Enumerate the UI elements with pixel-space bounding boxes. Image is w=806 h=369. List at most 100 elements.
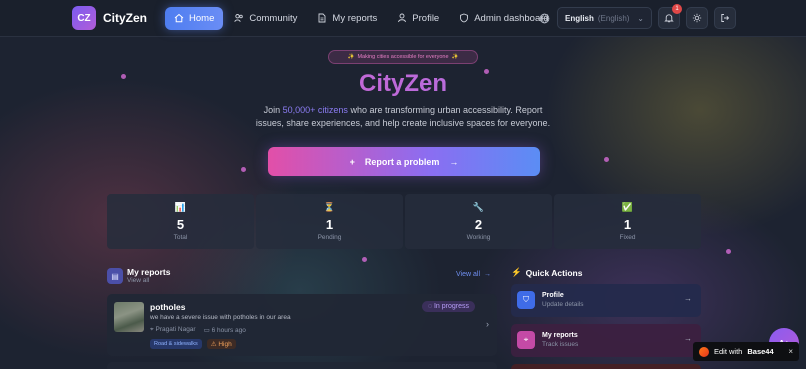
report-time-text: 6 hours ago — [211, 327, 246, 334]
spinner-icon: ◌ — [427, 303, 433, 310]
checkmark-icon: ✅ — [621, 202, 634, 212]
theme-toggle-button[interactable] — [686, 7, 708, 29]
quick-action-subtitle: Update details — [542, 301, 584, 308]
bell-icon — [664, 14, 674, 23]
quick-actions-title: Quick Actions — [525, 267, 583, 278]
chevron-down-icon: ⌄ — [637, 13, 644, 23]
notification-badge: 1 — [672, 4, 682, 14]
stat-pending-value: 1 — [325, 217, 334, 232]
report-thumbnail — [114, 302, 144, 332]
wrench-icon: 🔧 — [472, 202, 485, 212]
shield-icon: ⛉ — [517, 291, 535, 309]
arrow-right-icon: → — [449, 156, 459, 167]
app-logo[interactable]: CZ — [72, 6, 96, 30]
plus-icon: + — [349, 156, 355, 167]
hero-pill: ✨ Making cities accessible for everyone … — [328, 50, 478, 64]
stat-fixed-value: 1 — [623, 217, 632, 232]
main-nav: Home Community My reports Profile Admin … — [165, 6, 558, 30]
nav-profile[interactable]: Profile — [388, 7, 448, 30]
report-card[interactable]: potholes we have a severe issue with pot… — [107, 294, 497, 356]
arrow-right-icon: → — [484, 271, 491, 278]
logout-button[interactable] — [714, 7, 736, 29]
status-badge: ◌ In progress — [421, 301, 475, 312]
logout-icon — [721, 14, 730, 22]
report-tags: Road & sidewalks ⚠ High — [150, 339, 236, 349]
chevron-right-icon: › — [486, 319, 489, 329]
report-problem-label: Report a problem — [364, 156, 440, 167]
edit-with-badge[interactable]: Edit with Base44 × — [693, 342, 799, 361]
bolt-icon: ⚡ — [511, 267, 522, 277]
stat-working-value: 2 — [474, 217, 483, 232]
my-reports-subtitle: View all — [127, 277, 150, 284]
category-tag: Road & sidewalks — [150, 339, 202, 349]
globe-icon — [537, 11, 551, 25]
brand-name[interactable]: CityZen — [103, 11, 147, 25]
stat-working: 🔧 2 Working — [405, 194, 552, 249]
notifications-button[interactable]: 1 — [658, 4, 682, 29]
stat-fixed-label: Fixed — [619, 234, 636, 241]
hourglass-icon: ⏳ — [323, 202, 336, 212]
quick-action-profile[interactable]: ⛉ Profile Update details → — [511, 284, 701, 317]
stat-pending-label: Pending — [317, 234, 342, 241]
sparkles-icon: ✨ — [347, 54, 355, 60]
report-meta: ⌖ Pragati Nagar ▭ 6 hours ago — [150, 326, 246, 334]
report-card[interactable] — [107, 362, 497, 369]
users-icon — [234, 14, 244, 22]
quick-action-title: Profile — [542, 292, 564, 299]
quick-action-title: My reports — [542, 332, 578, 339]
top-navbar: CZ CityZen Home Community My reports Pro… — [0, 0, 806, 37]
priority-tag: ⚠ High — [206, 339, 236, 349]
quick-action-subtitle: Track issues — [542, 341, 579, 348]
map-pin-icon: ⌖ — [517, 331, 535, 349]
priority-text: High — [218, 341, 232, 348]
stat-fixed: ✅ 1 Fixed — [554, 194, 701, 249]
report-problem-button[interactable]: + Report a problem → — [268, 147, 540, 176]
home-icon — [174, 13, 184, 23]
sun-icon — [692, 13, 702, 23]
hero-text-highlight: 50,000+ citizens — [282, 105, 348, 115]
nav-my-reports[interactable]: My reports — [308, 7, 386, 30]
report-description: we have a severe issue with potholes in … — [150, 314, 291, 321]
report-title: potholes — [150, 302, 186, 312]
status-text: In progress — [433, 303, 469, 310]
view-all-link[interactable]: View all → — [456, 271, 491, 278]
view-all-label: View all — [456, 271, 480, 278]
hero-description: Join 50,000+ citizens who are transformi… — [250, 104, 556, 130]
quick-actions-header: ⚡ Quick Actions — [511, 267, 582, 278]
document-icon: ▤ — [107, 268, 123, 284]
shield-icon — [460, 13, 469, 23]
decor-dot — [241, 167, 246, 172]
arrow-right-icon: → — [684, 294, 692, 303]
nav-home-label: Home — [189, 12, 215, 24]
header-actions: English (English) ⌄ 1 — [537, 4, 736, 29]
my-reports-header: ▤ My reports View all View all → — [107, 266, 497, 286]
close-icon[interactable]: × — [788, 347, 793, 356]
quick-action-item[interactable] — [511, 364, 701, 369]
document-icon — [318, 13, 326, 23]
chart-icon: 📊 — [174, 202, 187, 212]
report-location: ⌖ Pragati Nagar — [150, 326, 196, 334]
stat-total-value: 5 — [176, 217, 185, 232]
stat-total-label: Total — [173, 234, 188, 241]
map-pin-icon: ⌖ — [150, 326, 154, 333]
report-time: ▭ 6 hours ago — [204, 326, 246, 334]
decor-dot — [604, 157, 609, 162]
stats-row: 📊 5 Total ⏳ 1 Pending 🔧 2 Working ✅ 1 Fi… — [107, 194, 701, 249]
stat-total: 📊 5 Total — [107, 194, 254, 249]
language-sub: (English) — [597, 13, 630, 23]
nav-my-reports-label: My reports — [332, 12, 378, 24]
edit-with-brand: Base44 — [747, 347, 774, 356]
language-select[interactable]: English (English) ⌄ — [557, 7, 652, 29]
hero-pill-text: Making cities accessible for everyone — [357, 54, 449, 60]
hero-text-start: Join — [263, 105, 283, 115]
nav-home[interactable]: Home — [165, 6, 224, 30]
base44-logo-icon — [699, 346, 709, 357]
nav-community[interactable]: Community — [225, 7, 306, 30]
hero-title: CityZen — [0, 70, 806, 98]
stat-working-label: Working — [466, 234, 491, 241]
language-main: English — [565, 13, 594, 23]
quick-action-my-reports[interactable]: ⌖ My reports Track issues → — [511, 324, 701, 357]
decor-dot — [726, 249, 731, 254]
decor-dot — [362, 257, 367, 262]
nav-community-label: Community — [249, 12, 298, 24]
